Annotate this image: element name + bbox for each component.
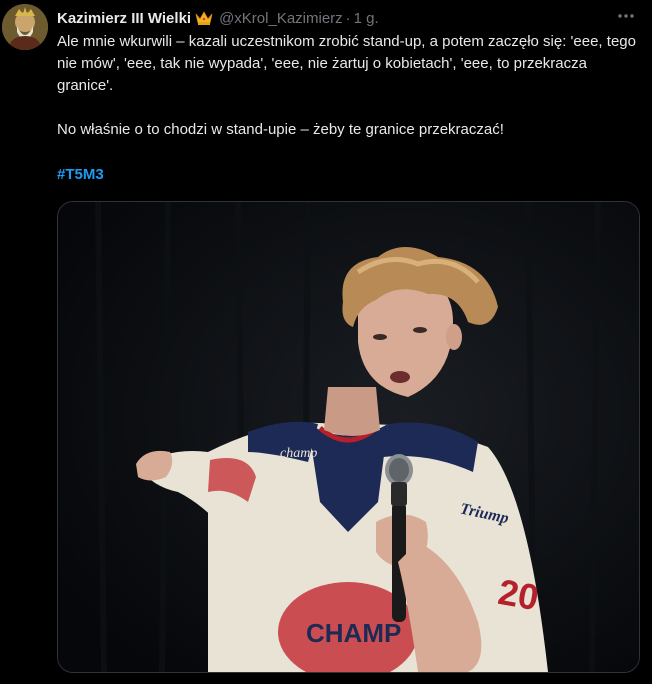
tweet-paragraph-2: No właśnie o to chodzi w stand-upie – że… bbox=[57, 121, 504, 138]
tweet-paragraph-1: Ale mnie wkurwili – kazali uczestnikom z… bbox=[57, 33, 636, 94]
author-handle[interactable]: @xKrol_Kazimierz bbox=[219, 10, 343, 27]
author-name[interactable]: Kazimierz III Wielki bbox=[57, 10, 191, 27]
jersey-text-left: champ bbox=[280, 446, 317, 461]
tweet[interactable]: Kazimierz III Wielki @xKrol_Kazimierz · … bbox=[0, 0, 652, 684]
tweet-media-image[interactable]: champ Triump 20 CHAMP bbox=[57, 201, 640, 673]
jersey-text-center: CHAMP bbox=[306, 618, 401, 648]
tweet-time[interactable]: 1 g. bbox=[354, 10, 379, 27]
media-photo: champ Triump 20 CHAMP bbox=[58, 202, 639, 672]
jersey-number: 20 bbox=[495, 571, 542, 618]
hashtag-link[interactable]: #T5M3 bbox=[57, 164, 104, 186]
avatar[interactable] bbox=[2, 4, 48, 50]
crown-icon bbox=[195, 10, 213, 26]
separator: · bbox=[345, 9, 351, 27]
more-options-icon[interactable] bbox=[614, 6, 638, 26]
tweet-text: Ale mnie wkurwili – kazali uczestnikom z… bbox=[57, 31, 642, 141]
avatar-portrait bbox=[2, 4, 48, 50]
tweet-header: Kazimierz III Wielki @xKrol_Kazimierz · … bbox=[57, 8, 652, 28]
